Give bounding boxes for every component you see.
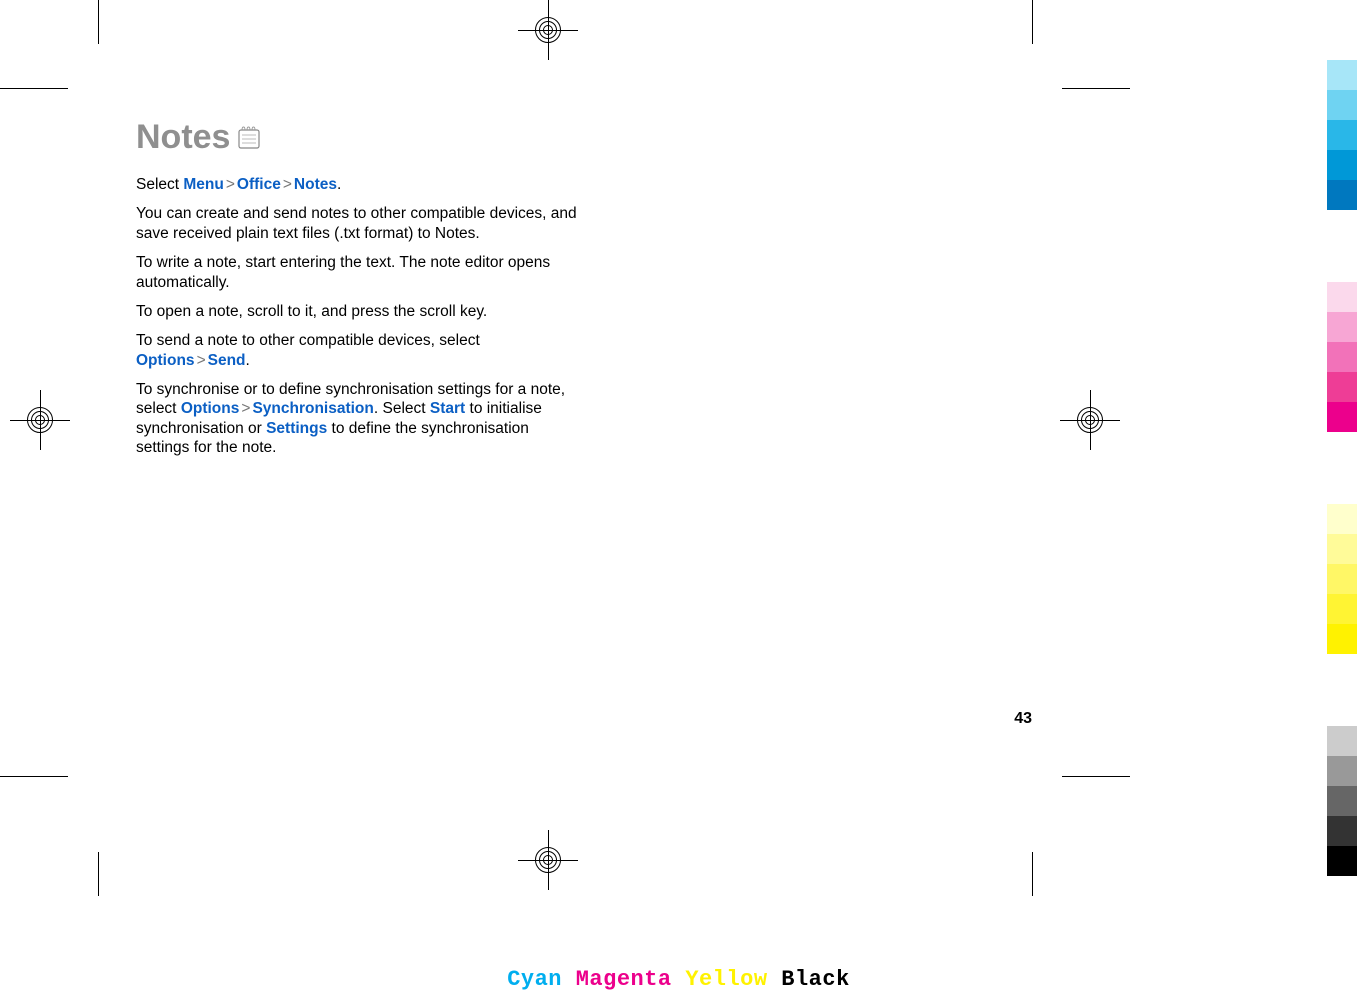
ui-notes: Notes: [294, 176, 337, 193]
para-select-path: Select Menu>Office>Notes.: [136, 175, 586, 194]
color-swatch: [1327, 150, 1357, 180]
crop-mark: [98, 852, 99, 896]
crop-mark: [1032, 0, 1033, 44]
text: .: [246, 352, 250, 369]
ui-options: Options: [136, 352, 195, 369]
cmyk-footer: Cyan Magenta Yellow Black: [0, 967, 1357, 992]
color-swatch: [1327, 534, 1357, 564]
color-swatch: [1327, 756, 1357, 786]
registration-mark-icon: [1060, 400, 1120, 440]
para-sync: To synchronise or to define synchronisat…: [136, 380, 586, 458]
color-swatch: [1327, 372, 1357, 402]
registration-mark-icon: [518, 10, 578, 50]
crop-mark: [1062, 776, 1130, 777]
page-number: 43: [1014, 710, 1032, 728]
text: Select: [136, 176, 183, 193]
color-swatch: [1327, 594, 1357, 624]
page-title: Notes: [136, 118, 230, 157]
crop-mark: [1032, 852, 1033, 896]
color-swatch: [1327, 726, 1357, 756]
color-swatch: [1327, 402, 1357, 432]
para-write: To write a note, start entering the text…: [136, 253, 586, 292]
path-separator: >: [239, 400, 252, 417]
ui-send: Send: [208, 352, 246, 369]
color-swatch: [1327, 564, 1357, 594]
ui-options: Options: [181, 400, 240, 417]
ui-start: Start: [430, 400, 465, 417]
path-separator: >: [224, 176, 237, 193]
page-content: Notes Select Menu>Office>Notes. You can …: [136, 118, 586, 468]
magenta-label: Magenta: [576, 967, 672, 992]
text: .: [337, 176, 341, 193]
calibration-color-bar: [1327, 60, 1357, 876]
color-swatch: [1327, 504, 1357, 534]
black-label: Black: [781, 967, 850, 992]
color-swatch: [1327, 210, 1357, 282]
text: . Select: [374, 400, 430, 417]
color-swatch: [1327, 180, 1357, 210]
color-swatch: [1327, 786, 1357, 816]
crop-mark: [0, 88, 68, 89]
ui-sync: Synchronisation: [252, 400, 373, 417]
registration-mark-icon: [518, 840, 578, 880]
registration-mark-icon: [10, 400, 70, 440]
para-send: To send a note to other compatible devic…: [136, 331, 586, 370]
notes-app-icon: [236, 124, 264, 152]
text: To send a note to other compatible devic…: [136, 332, 480, 349]
color-swatch: [1327, 654, 1357, 726]
color-swatch: [1327, 342, 1357, 372]
crop-mark: [98, 0, 99, 44]
color-swatch: [1327, 624, 1357, 654]
print-proof-page: Notes Select Menu>Office>Notes. You can …: [0, 0, 1357, 1002]
color-swatch: [1327, 282, 1357, 312]
color-swatch: [1327, 312, 1357, 342]
title-row: Notes: [136, 118, 586, 157]
path-separator: >: [281, 176, 294, 193]
color-swatch: [1327, 120, 1357, 150]
para-intro: You can create and send notes to other c…: [136, 204, 586, 243]
color-swatch: [1327, 60, 1357, 90]
para-open: To open a note, scroll to it, and press …: [136, 302, 586, 321]
color-swatch: [1327, 816, 1357, 846]
path-separator: >: [195, 352, 208, 369]
cyan-label: Cyan: [507, 967, 562, 992]
ui-settings: Settings: [266, 420, 327, 437]
yellow-label: Yellow: [685, 967, 767, 992]
ui-office: Office: [237, 176, 281, 193]
ui-menu: Menu: [183, 176, 223, 193]
color-swatch: [1327, 846, 1357, 876]
color-swatch: [1327, 432, 1357, 504]
color-swatch: [1327, 90, 1357, 120]
crop-mark: [1062, 88, 1130, 89]
crop-mark: [0, 776, 68, 777]
